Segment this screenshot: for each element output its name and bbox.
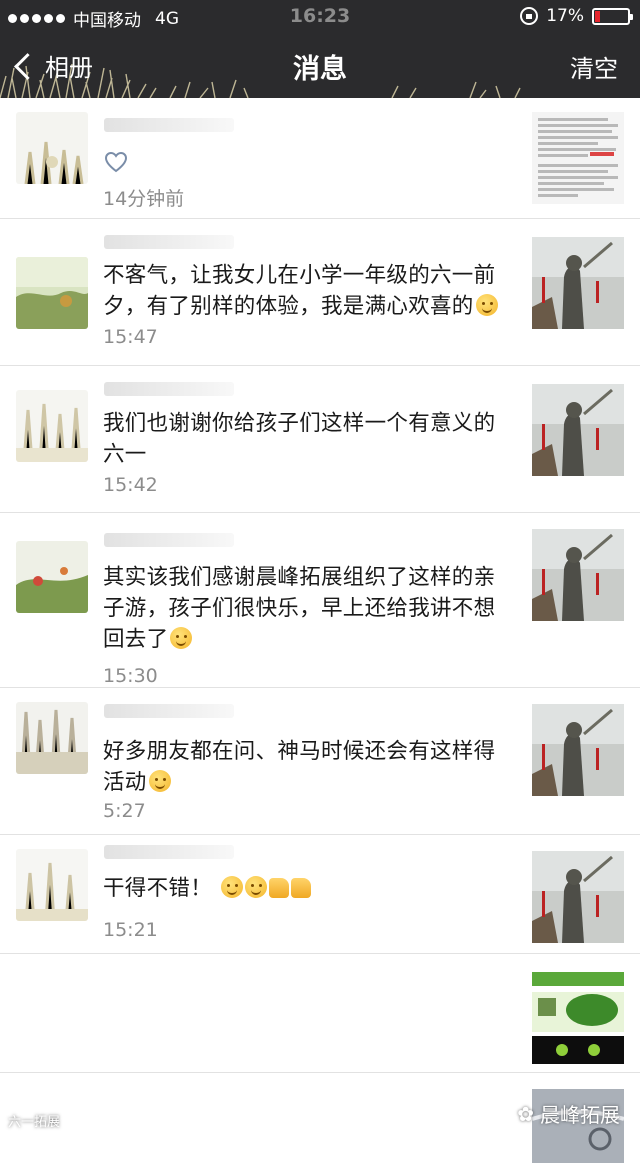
avatar <box>16 849 88 921</box>
sender-name <box>104 845 234 859</box>
avatar <box>16 702 88 774</box>
avatar <box>16 541 88 613</box>
comment-text: 不客气，让我女儿在小学一年级的六一前夕，有了别样的体验，我是满心欢喜的 <box>103 260 508 322</box>
clear-button[interactable]: 清空 <box>570 49 618 84</box>
rotation-lock-icon <box>520 7 539 25</box>
post-thumbnail[interactable] <box>532 384 624 476</box>
grin-emoji-icon <box>221 876 244 898</box>
message-time: 15:30 <box>103 665 158 687</box>
watermark-text: 晨峰拓展 <box>540 1103 620 1127</box>
post-thumbnail[interactable] <box>532 529 624 621</box>
avatar <box>16 390 88 462</box>
message-row[interactable]: 干得不错！ 15:21 <box>0 835 640 954</box>
corner-watermark: 六一拓展 <box>8 1115 61 1130</box>
message-row[interactable] <box>0 954 640 1073</box>
smile-emoji-icon <box>170 627 193 649</box>
message-row[interactable]: 不客气，让我女儿在小学一年级的六一前夕，有了别样的体验，我是满心欢喜的 15:4… <box>0 219 640 366</box>
sender-name <box>104 533 234 547</box>
comment-text: 干得不错！ <box>103 873 503 904</box>
avatar <box>16 112 88 184</box>
avatar <box>16 257 88 329</box>
message-row[interactable]: 14分钟前 <box>0 98 640 219</box>
post-thumbnail[interactable] <box>532 851 624 943</box>
nav-bar: 相册 消息 清空 <box>0 34 640 98</box>
status-right: 17% <box>520 6 633 26</box>
post-thumbnail[interactable] <box>532 972 624 1064</box>
message-list: 14分钟前 不客气，让我女儿在小学一年级的六一前夕，有了别样的体验，我是满心欢喜… <box>0 98 640 1163</box>
post-thumbnail[interactable] <box>532 237 624 329</box>
comment-text: 我们也谢谢你给孩子们这样一个有意义的六一 <box>103 411 496 467</box>
thumbs-up-icon <box>269 878 290 898</box>
thinking-emoji-icon <box>148 770 171 792</box>
top-bar: 中国移动 4G 16:23 17% 相册 消息 清空 <box>0 0 640 98</box>
grin-emoji-icon <box>245 876 268 898</box>
message-row[interactable]: 其实该我们感谢晨峰拓展组织了这样的亲子游，孩子们很快乐，早上还给我讲不想回去了 … <box>0 513 640 688</box>
message-time: 5:27 <box>103 800 146 822</box>
status-bar: 中国移动 4G 16:23 17% <box>0 0 640 34</box>
thumbs-up-icon <box>291 878 312 898</box>
smile-emoji-icon <box>475 294 498 316</box>
message-time: 15:21 <box>103 919 158 941</box>
message-row[interactable]: 我们也谢谢你给孩子们这样一个有意义的六一 15:42 <box>0 366 640 513</box>
post-thumbnail[interactable] <box>532 112 624 204</box>
battery-icon <box>592 7 633 25</box>
sender-name <box>104 382 234 396</box>
watermark: ✿ 晨峰拓展 <box>517 1099 620 1128</box>
comment-text: 好多朋友都在问、神马时候还会有这样得活动 <box>103 739 496 795</box>
sender-name <box>104 235 234 249</box>
post-thumbnail[interactable] <box>532 704 624 796</box>
message-time: 15:42 <box>103 474 158 496</box>
page-title: 消息 <box>293 54 347 85</box>
sender-name <box>104 704 234 718</box>
battery-percent: 17% <box>546 6 584 26</box>
comment-text: 其实该我们感谢晨峰拓展组织了这样的亲子游，孩子们很快乐，早上还给我讲不想回去了 <box>103 565 496 652</box>
message-time: 14分钟前 <box>103 188 185 210</box>
message-time: 15:47 <box>103 326 158 348</box>
heart-icon <box>104 151 128 173</box>
message-row[interactable]: 好多朋友都在问、神马时候还会有这样得活动 5:27 <box>0 688 640 835</box>
sender-name <box>104 118 234 132</box>
wechat-icon: ✿ <box>517 1101 534 1126</box>
